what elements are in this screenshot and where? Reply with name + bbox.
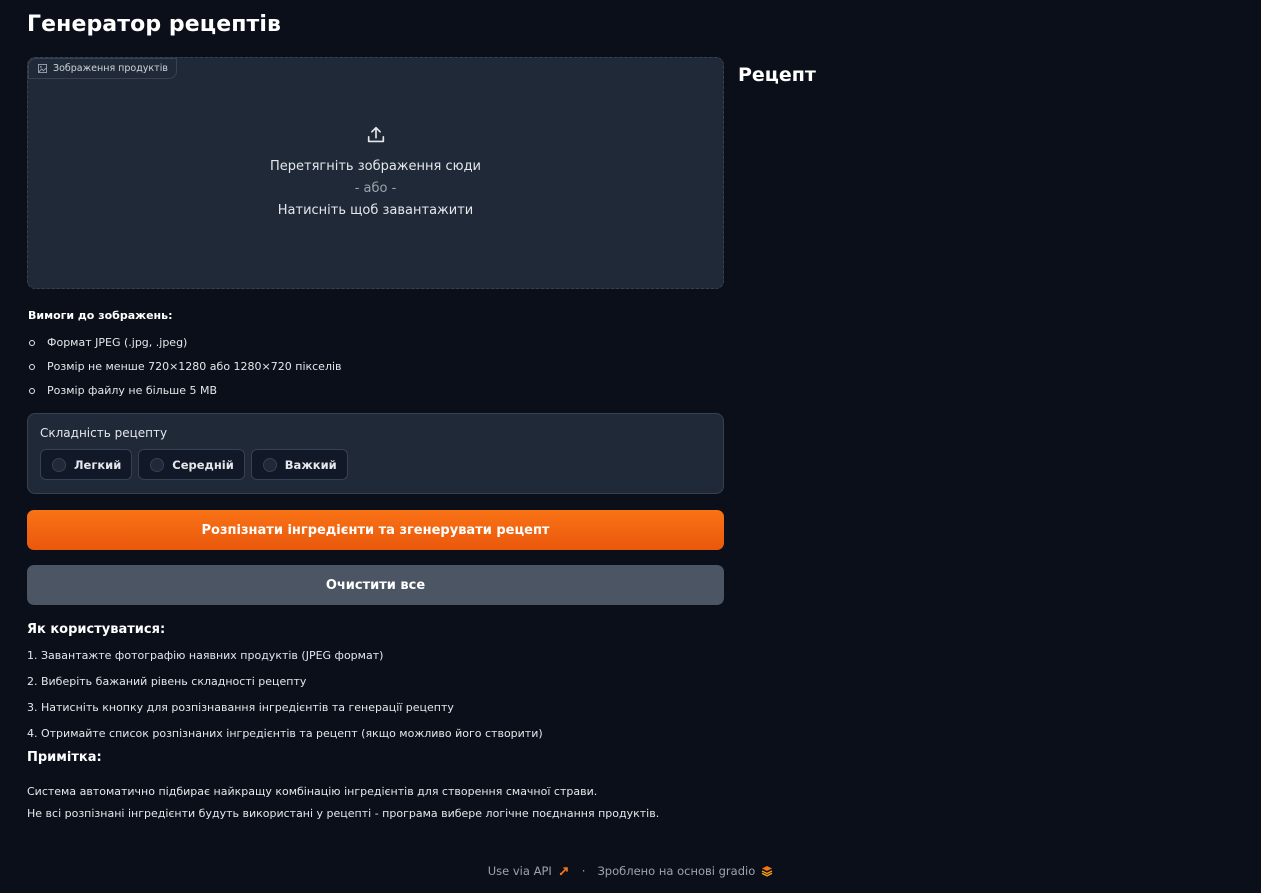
note-text: Система автоматично підбирає найкращу ко…: [27, 785, 598, 798]
input-column: Зображення продуктів Перетягніть зображе…: [27, 57, 724, 825]
difficulty-radio-group: Складність рецепту Легкий Середній Важки…: [27, 413, 724, 494]
upload-click-text: Натисніть щоб завантажити: [277, 203, 474, 218]
instructions-title: Як користуватися:: [27, 622, 166, 637]
upload-icon: [367, 126, 384, 143]
generate-recipe-button[interactable]: Розпізнати інгредієнти та згенерувати ре…: [27, 510, 724, 550]
instruction-step: 4. Отримайте список розпізнаних інгредіє…: [27, 727, 543, 740]
image-requirements: Вимоги до зображень: Формат JPEG (.jpg, …: [27, 309, 724, 403]
use-via-api-link[interactable]: Use via API: [488, 864, 552, 878]
radio-option-label: Важкий: [284, 457, 337, 472]
bullet-icon: [29, 388, 35, 394]
radio-circle-icon[interactable]: [262, 457, 277, 472]
requirement-text: Формат JPEG (.jpg, .jpeg): [47, 336, 188, 349]
instruction-step: 3. Натисніть кнопку для розпізнавання ін…: [27, 701, 454, 714]
recipe-heading: Рецепт: [738, 64, 816, 86]
list-item: Розмір не менше 720×1280 або 1280×720 пі…: [27, 355, 724, 379]
image-icon: [38, 64, 47, 73]
instructions-section: Як користуватися: 1. Завантажте фотограф…: [27, 622, 724, 825]
clear-all-button[interactable]: Очистити все: [27, 565, 724, 605]
footer: Use via API · Зроблено на основі gradio: [0, 864, 1261, 878]
radio-option-label: Легкий: [74, 457, 122, 472]
upload-prompt: Перетягніть зображення сюди - або - Нати…: [28, 124, 723, 222]
output-column: Рецепт: [738, 64, 816, 86]
radio-option-label: Середній: [172, 457, 234, 472]
difficulty-label: Складність рецепту: [40, 426, 168, 440]
built-with-gradio-link[interactable]: Зроблено на основі gradio: [597, 864, 755, 878]
page-title: Генератор рецептів: [27, 12, 282, 37]
note-text: Не всі розпізнані інгредієнти будуть вик…: [27, 807, 660, 820]
radio-option-medium[interactable]: Середній: [138, 449, 245, 480]
instruction-step: 1. Завантажте фотографію наявних продукт…: [27, 649, 384, 662]
footer-separator: ·: [581, 864, 586, 878]
radio-circle-icon[interactable]: [150, 457, 165, 472]
radio-option-hard[interactable]: Важкий: [250, 449, 348, 480]
radio-circle-icon[interactable]: [52, 457, 66, 472]
rocket-icon: [559, 867, 568, 876]
image-upload-dropzone[interactable]: Зображення продуктів Перетягніть зображе…: [27, 57, 724, 289]
requirements-list: Формат JPEG (.jpg, .jpeg) Розмір не менш…: [27, 331, 724, 403]
gradio-link-text: Зроблено на основі gradio: [597, 864, 756, 878]
app-root: Генератор рецептів Зображення продуктів …: [0, 0, 1261, 893]
upload-label-text: Зображення продуктів: [53, 63, 168, 74]
gradio-logo-icon: [761, 866, 773, 877]
list-item: Розмір файлу не більше 5 MB: [27, 379, 724, 403]
requirement-text: Розмір файлу не більше 5 MB: [47, 384, 218, 397]
note-title: Примітка:: [27, 750, 102, 765]
upload-drag-text: Перетягніть зображення сюди: [269, 159, 481, 174]
bullet-icon: [29, 340, 35, 346]
api-link-text: Use via API: [487, 864, 552, 878]
requirements-title: Вимоги до зображень:: [28, 309, 173, 322]
bullet-icon: [29, 364, 35, 370]
requirement-text: Розмір не менше 720×1280 або 1280×720 пі…: [47, 360, 342, 373]
upload-block-label: Зображення продуктів: [28, 58, 177, 79]
instruction-step: 2. Виберіть бажаний рівень складності ре…: [27, 675, 307, 688]
list-item: Формат JPEG (.jpg, .jpeg): [27, 331, 724, 355]
upload-or-text: - або -: [354, 181, 397, 196]
difficulty-options: Легкий Середній Важкий: [40, 449, 711, 480]
radio-option-easy[interactable]: Легкий: [40, 449, 133, 480]
